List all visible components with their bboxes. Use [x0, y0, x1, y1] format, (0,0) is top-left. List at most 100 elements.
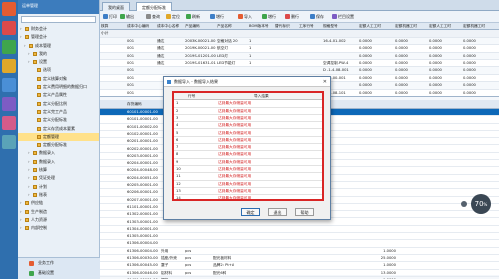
nav-item[interactable]: › 账表: [18, 191, 99, 199]
grid-cell[interactable]: 0.0000: [358, 60, 394, 67]
grid-cell[interactable]: 工序行号: [298, 23, 322, 30]
import-result-row[interactable]: 12 达到最大存储量可用: [174, 181, 322, 188]
import-result-row[interactable]: 13 达到最大存储量可用: [174, 188, 322, 196]
grid-cell[interactable]: 001: [126, 45, 156, 52]
grid-cell[interactable]: 通达: [156, 45, 184, 52]
nav-item[interactable]: 选项: [18, 66, 99, 74]
toolbar-button[interactable]: 定位: [166, 13, 180, 21]
grid-cell[interactable]: 0.0000: [358, 90, 394, 96]
grid-cell[interactable]: 0.0000: [428, 82, 462, 89]
module-report-icon[interactable]: [2, 97, 16, 111]
import-result-row[interactable]: 7 达到最大存储量可用: [174, 144, 322, 152]
nav-item[interactable]: › 数据录入: [18, 158, 99, 166]
nav-item[interactable]: › 数据录入: [18, 149, 99, 157]
grid-cell[interactable]: 0.0000: [462, 45, 499, 52]
nav-item[interactable]: › 内部控制: [18, 224, 99, 232]
grid-cell[interactable]: 0.0000: [462, 75, 499, 82]
grid-cell[interactable]: 0.0000: [358, 38, 394, 45]
grid-cell[interactable]: 0.0000: [428, 38, 462, 45]
grid-cell[interactable]: 0.0000: [394, 53, 428, 60]
import-result-row[interactable]: 5 达到最大存储量可用: [174, 130, 322, 137]
grid-cell[interactable]: 0.0000: [394, 75, 428, 82]
nav-item[interactable]: › 成本管理: [18, 42, 99, 50]
import-result-row[interactable]: 10 达到最大存储量可用: [174, 166, 322, 174]
tab-quota-standard[interactable]: 定额分配标准: [136, 2, 172, 11]
grid-cell[interactable]: 001: [126, 60, 156, 67]
nav-item[interactable]: 定义分配标准: [18, 116, 99, 124]
toolbar-button[interactable]: 查询: [146, 13, 160, 21]
inventory-row[interactable]: 61304-00001-00: [100, 226, 499, 234]
toolbar-button[interactable]: 刷新: [186, 13, 200, 21]
grid-cell[interactable]: 001: [126, 82, 156, 89]
grid-cell[interactable]: 0.0000: [358, 82, 394, 89]
grid-cell[interactable]: 定额机器工时: [394, 23, 428, 30]
nav-item[interactable]: › 我的: [18, 50, 99, 58]
exit-button[interactable]: 退出: [268, 208, 287, 216]
import-result-row[interactable]: 1 达到最大存储量可用: [174, 100, 322, 108]
grid-cell[interactable]: 001: [126, 53, 156, 60]
grid-cell[interactable]: 0.0000: [394, 60, 428, 67]
grid-cell[interactable]: 001: [126, 90, 156, 96]
grid-cell[interactable]: LED灯: [216, 53, 248, 60]
grid-cell[interactable]: 通达: [156, 53, 184, 60]
grid-cell[interactable]: 1: [248, 45, 274, 52]
toolbar-button[interactable]: 栏目设置: [332, 13, 354, 21]
import-result-row[interactable]: 4 达到最大存储量可用: [174, 122, 322, 130]
grid-cell[interactable]: 0.0000: [358, 45, 394, 52]
toolbar-button[interactable]: 输出: [120, 13, 134, 21]
nav-item[interactable]: › 人力资源: [18, 216, 99, 224]
nav-item[interactable]: › 财务会计: [18, 25, 99, 33]
app-logo-icon[interactable]: [2, 2, 16, 16]
toolbar-button[interactable]: 删行: [285, 13, 299, 21]
nav-footer-basic[interactable]: 基础设置: [18, 268, 100, 278]
toolbar-button[interactable]: 打印: [103, 13, 117, 21]
grid-cell[interactable]: 0.0000: [428, 60, 462, 67]
nav-item[interactable]: 定义完工产品: [18, 108, 99, 116]
nav-item[interactable]: › 供应链: [18, 199, 99, 207]
speed-widget[interactable]: 70%: [471, 194, 491, 214]
grid-cell[interactable]: 成本中心编码: [126, 23, 156, 30]
nav-item[interactable]: › 管理会计: [18, 33, 99, 41]
nav-item[interactable]: 定义费用明细的数据归口: [18, 83, 99, 91]
nav-item[interactable]: 定额分配标准: [18, 141, 99, 149]
module-production-icon[interactable]: [2, 59, 16, 73]
grid-cell[interactable]: 2019K-00021-00: [184, 45, 216, 52]
grid-cell[interactable]: 0.0000: [394, 67, 428, 74]
toolbar-button[interactable]: 增行: [262, 13, 276, 21]
nav-item[interactable]: 定额管理: [18, 132, 99, 142]
import-result-row[interactable]: 11 达到最大存储量可用: [174, 173, 322, 181]
import-result-row[interactable]: 3 达到最大存储量可用: [174, 115, 322, 123]
grid-cell[interactable]: 0.0000: [358, 53, 394, 60]
grid-cell[interactable]: 0.0000: [428, 90, 462, 96]
grid-cell[interactable]: 2019S-01201-00: [184, 53, 216, 60]
inventory-row[interactable]: 61306-00004-00 外用 pcs 1.0000: [100, 248, 499, 255]
grid-cell[interactable]: 0.0000: [462, 38, 499, 45]
nav-item[interactable]: › 凭证处理: [18, 174, 99, 182]
grid-cell[interactable]: 成本中心名称: [156, 23, 184, 30]
module-control-icon[interactable]: [2, 116, 16, 130]
grid-cell[interactable]: 001: [126, 67, 156, 74]
grid-cell[interactable]: BOM版本号: [248, 23, 274, 30]
grid-cell[interactable]: D -1-4-08-001: [322, 67, 358, 74]
grid-cell[interactable]: 001: [126, 38, 156, 45]
grid-cell[interactable]: 规格型号: [322, 23, 358, 30]
grid-cell[interactable]: 定额机器工时: [462, 23, 499, 30]
grid-cell[interactable]: 0.0000: [394, 82, 428, 89]
tab-desktop[interactable]: 我的桌面: [102, 2, 130, 11]
grid-cell[interactable]: LED节能灯: [216, 60, 248, 67]
import-result-row[interactable]: 14 达到最大存储量可用: [174, 195, 322, 199]
nav-item[interactable]: › 生产制造: [18, 208, 99, 216]
help-button[interactable]: 帮助: [295, 208, 314, 216]
grid-cell[interactable]: 1: [248, 60, 274, 67]
grid-cell[interactable]: 0.0000: [462, 60, 499, 67]
grid-cell[interactable]: 通达: [156, 38, 184, 45]
grid-cell[interactable]: 0.0000: [428, 75, 462, 82]
ok-button[interactable]: 确定: [241, 208, 260, 216]
widget-handle-icon[interactable]: [461, 201, 467, 207]
grid-cell[interactable]: 2019S-01631-01: [184, 60, 216, 67]
nav-item[interactable]: 定义核算对象: [18, 75, 99, 83]
grid-cell[interactable]: 空格对话 20: [216, 38, 248, 45]
grid-cell[interactable]: 001: [126, 75, 156, 82]
grid-cell[interactable]: 0.0000: [462, 53, 499, 60]
module-finance-icon[interactable]: [2, 21, 16, 35]
